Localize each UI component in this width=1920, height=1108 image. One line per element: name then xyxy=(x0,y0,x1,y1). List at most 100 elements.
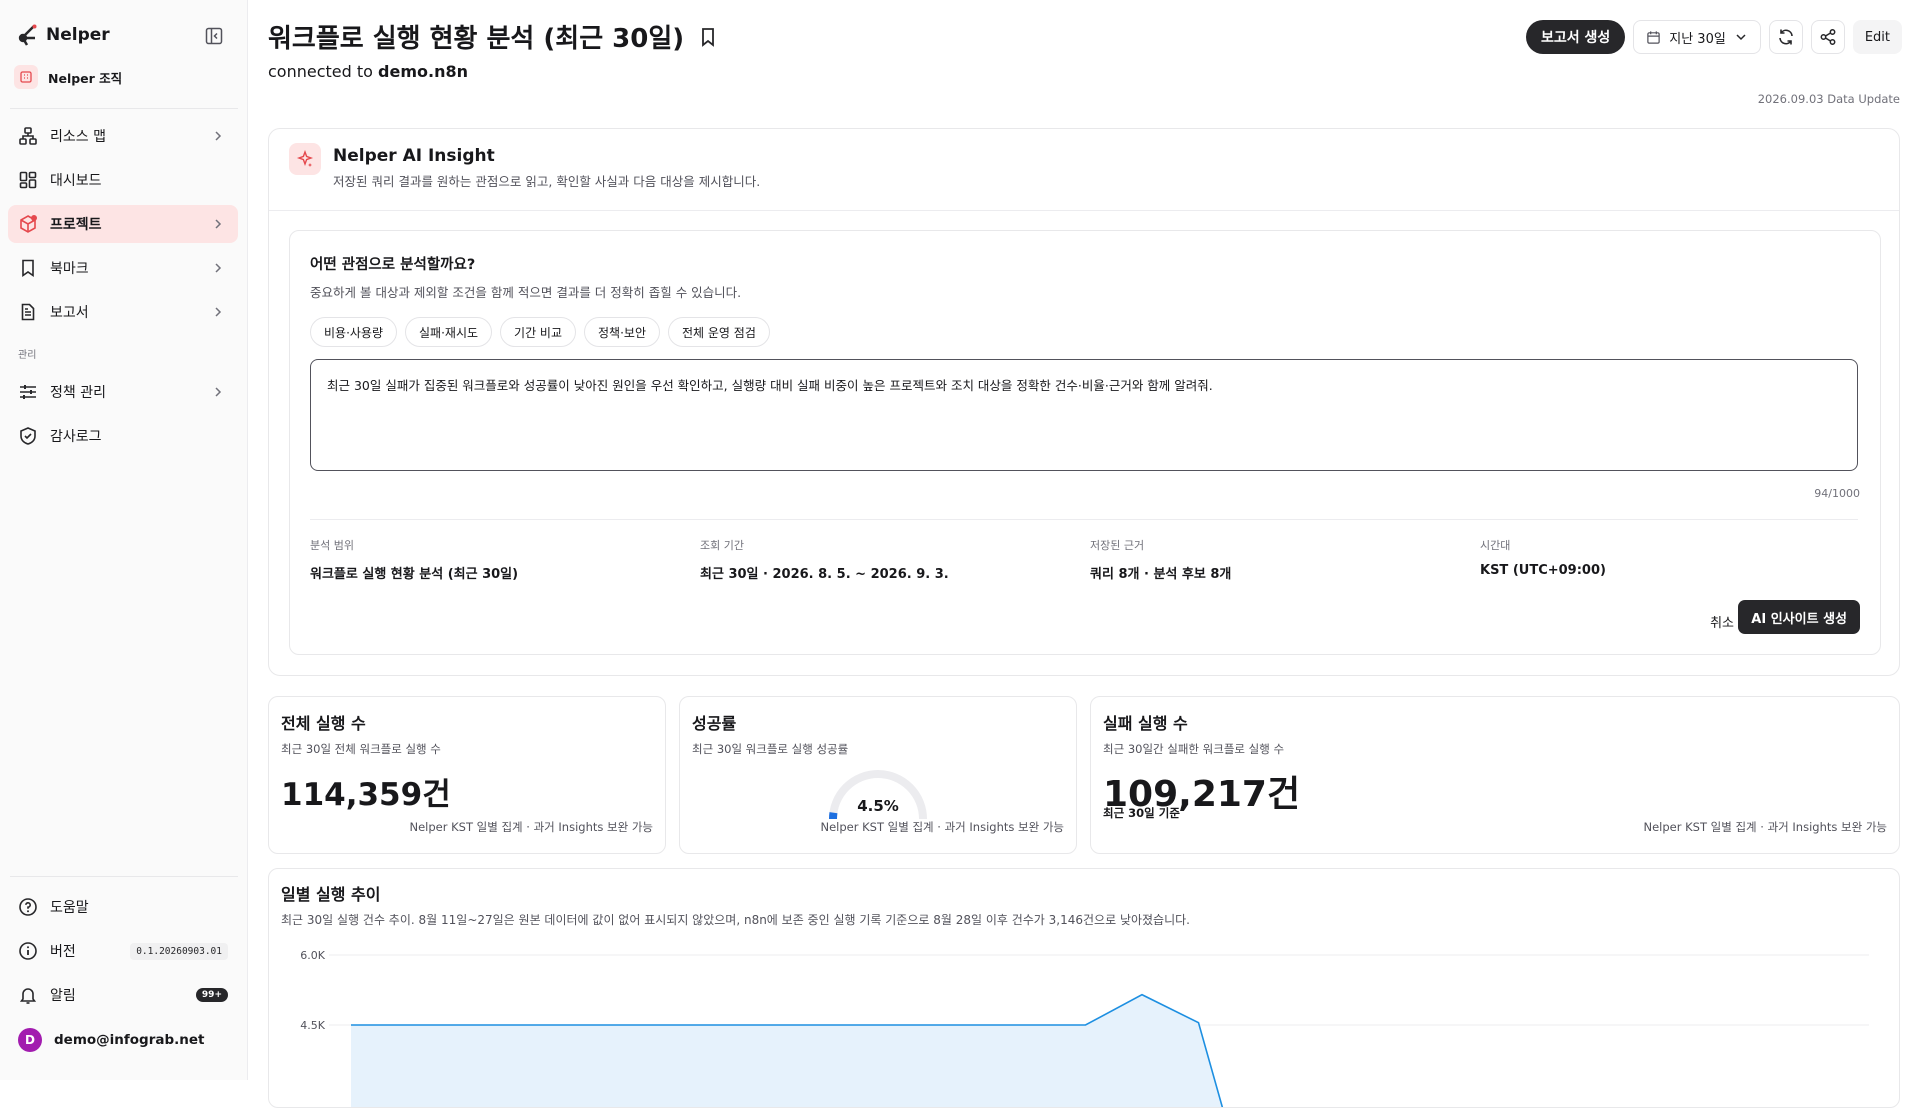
bookmark-icon[interactable] xyxy=(698,26,718,48)
chevron-right-icon xyxy=(210,216,226,232)
sidebar-item-label: 도움말 xyxy=(50,897,89,917)
bookmark-icon xyxy=(18,258,38,278)
y-tick-label: 6.0K xyxy=(300,949,325,962)
chevron-right-icon xyxy=(210,304,226,320)
share-icon xyxy=(1819,28,1837,46)
brand-name: Nelper xyxy=(46,25,110,45)
ai-insight-panel: Nelper AI Insight 저장된 쿼리 결과를 원하는 관점으로 읽고… xyxy=(268,128,1900,676)
share-button[interactable] xyxy=(1811,20,1845,54)
card-title: 실패 실행 수 xyxy=(1103,710,1188,734)
daily-trend-chart: 일별 실행 추이 최근 30일 실행 건수 추이. 8월 11일~27일은 원본… xyxy=(268,868,1900,1108)
org-name: Nelper 조직 xyxy=(48,68,122,87)
dashboard-icon xyxy=(18,170,38,190)
sidebar-item-label: 대시보드 xyxy=(50,170,102,190)
chevron-right-icon xyxy=(210,128,226,144)
ai-insight-header: Nelper AI Insight 저장된 쿼리 결과를 원하는 관점으로 읽고… xyxy=(289,143,760,190)
user-menu[interactable]: D demo@infograb.net xyxy=(8,1021,238,1059)
card-title: 성공률 xyxy=(692,710,736,734)
meta-period: 조회 기간 최근 30일 · 2026. 8. 5. ~ 2026. 9. 3. xyxy=(700,537,949,582)
sidebar-item-label: 보고서 xyxy=(50,302,89,322)
generate-insight-button[interactable]: AI 인사이트 생성 xyxy=(1738,600,1860,634)
sidebar-item-label: 정책 관리 xyxy=(50,382,106,402)
meta-key: 조회 기간 xyxy=(700,537,949,553)
alerts-count-badge: 99+ xyxy=(196,988,228,1002)
meta-evidence: 저장된 근거 쿼리 8개 · 분석 후보 8개 xyxy=(1090,537,1231,582)
divider xyxy=(310,519,1858,520)
preset-chip-failure[interactable]: 실패·재시도 xyxy=(405,317,492,347)
chart-subtitle: 최근 30일 실행 건수 추이. 8월 11일~27일은 원본 데이터에 값이 … xyxy=(281,911,1190,928)
chevron-down-icon xyxy=(1734,30,1748,44)
analysis-form: 어떤 관점으로 분석할까요? 중요하게 볼 대상과 제외할 조건을 함께 적으면… xyxy=(289,230,1881,655)
preset-chip-policy[interactable]: 정책·보안 xyxy=(584,317,660,347)
sidebar-item-report[interactable]: 보고서 xyxy=(8,293,238,331)
help-circle-icon xyxy=(18,897,38,917)
sitemap-icon xyxy=(18,126,38,146)
refresh-icon xyxy=(1777,28,1795,46)
card-value: 114,359건 xyxy=(281,769,451,814)
meta-key: 분석 범위 xyxy=(310,537,518,553)
meta-key: 저장된 근거 xyxy=(1090,537,1231,553)
sidebar-item-label: 리소스 맵 xyxy=(50,126,106,146)
ai-insight-title: Nelper AI Insight xyxy=(333,146,760,166)
char-counter: 94/1000 xyxy=(1814,487,1860,500)
brand-logo[interactable]: Nelper xyxy=(18,24,110,46)
sidebar-collapse-icon[interactable] xyxy=(204,26,224,46)
form-question-hint: 중요하게 볼 대상과 제외할 조건을 함께 적으면 결과를 더 정확히 좁힐 수… xyxy=(310,282,741,301)
preset-chip-cost[interactable]: 비용·사용량 xyxy=(310,317,397,347)
sidebar-item-label: 알림 xyxy=(50,985,76,1005)
analysis-prompt-textarea[interactable]: 최근 30일 실패가 집중된 워크플로와 성공률이 낮아진 원인을 우선 확인하… xyxy=(310,359,1858,471)
version-badge: 0.1.20260903.01 xyxy=(130,943,228,960)
sidebar-item-dashboard[interactable]: 대시보드 xyxy=(8,161,238,199)
refresh-button[interactable] xyxy=(1769,20,1803,54)
ai-insight-subtitle: 저장된 쿼리 결과를 원하는 관점으로 읽고, 확인할 사실과 다음 대상을 제… xyxy=(333,171,760,190)
card-subtitle: 최근 30일 전체 워크플로 실행 수 xyxy=(281,741,441,757)
form-question: 어떤 관점으로 분석할까요? xyxy=(310,253,475,274)
sidebar-item-help[interactable]: 도움말 xyxy=(8,888,238,926)
main-content: 워크플로 실행 현황 분석 (최근 30일) connected to demo… xyxy=(248,0,1920,1080)
connected-prefix: connected to xyxy=(268,62,373,81)
data-update-timestamp: 2026.09.03 Data Update xyxy=(1758,92,1900,106)
org-building-icon xyxy=(14,65,38,89)
edit-button[interactable]: Edit xyxy=(1853,20,1902,54)
sidebar-item-audit-log[interactable]: 감사로그 xyxy=(8,417,238,455)
cube-icon xyxy=(18,214,38,234)
sparkle-icon xyxy=(289,143,321,175)
card-footer: Nelper KST 일별 집계 · 과거 Insights 보완 가능 xyxy=(821,819,1065,835)
meta-value: 워크플로 실행 현황 분석 (최근 30일) xyxy=(310,563,518,582)
meta-value: KST (UTC+09:00) xyxy=(1480,563,1606,578)
kpi-card-total-runs: 전체 실행 수 최근 30일 전체 워크플로 실행 수 114,359건 Nel… xyxy=(268,696,666,854)
divider xyxy=(10,876,238,877)
sidebar-item-label: 프로젝트 xyxy=(50,214,102,234)
section-label-admin: 관리 xyxy=(18,346,36,361)
sidebar-item-alerts[interactable]: 알림 99+ xyxy=(8,976,238,1014)
sidebar-item-label: 북마크 xyxy=(50,258,89,278)
preset-chip-overall[interactable]: 전체 운영 점검 xyxy=(668,317,770,347)
card-subtitle: 최근 30일 워크플로 실행 성공률 xyxy=(692,741,848,757)
kpi-card-success-rate: 성공률 최근 30일 워크플로 실행 성공률 4.5% Nelper KST 일… xyxy=(679,696,1077,854)
period-select[interactable]: 지난 30일 xyxy=(1633,20,1761,54)
create-report-button[interactable]: 보고서 생성 xyxy=(1526,20,1625,54)
card-note: 최근 30일 기준 xyxy=(1103,805,1180,821)
chevron-right-icon xyxy=(210,260,226,276)
connected-target[interactable]: demo.n8n xyxy=(378,62,468,81)
sliders-icon xyxy=(18,382,38,402)
divider xyxy=(10,108,238,109)
trend-chart-svg: 6.0K4.5K xyxy=(269,929,1900,1108)
cancel-button[interactable]: 취소 xyxy=(1710,605,1734,637)
preset-chip-period[interactable]: 기간 비교 xyxy=(500,317,576,347)
header-actions: 보고서 생성 지난 30일 Edit xyxy=(1526,20,1902,54)
period-label: 지난 30일 xyxy=(1669,28,1726,47)
sidebar-item-version: 버전 0.1.20260903.01 xyxy=(8,932,238,970)
area-fill xyxy=(351,995,1229,1108)
org-selector[interactable]: Nelper 조직 xyxy=(14,64,238,90)
meta-timezone: 시간대 KST (UTC+09:00) xyxy=(1480,537,1606,578)
user-email: demo@infograb.net xyxy=(54,1032,205,1048)
preset-chips: 비용·사용량 실패·재시도 기간 비교 정책·보안 전체 운영 점검 xyxy=(310,317,770,347)
connection-info: connected to demo.n8n xyxy=(268,62,468,81)
sidebar-item-bookmark[interactable]: 북마크 xyxy=(8,249,238,287)
sidebar-item-resource-map[interactable]: 리소스 맵 xyxy=(8,117,238,155)
sidebar-item-policy[interactable]: 정책 관리 xyxy=(8,373,238,411)
info-icon xyxy=(18,941,38,961)
card-value: 4.5% xyxy=(680,797,1076,815)
sidebar-item-project[interactable]: 프로젝트 xyxy=(8,205,238,243)
